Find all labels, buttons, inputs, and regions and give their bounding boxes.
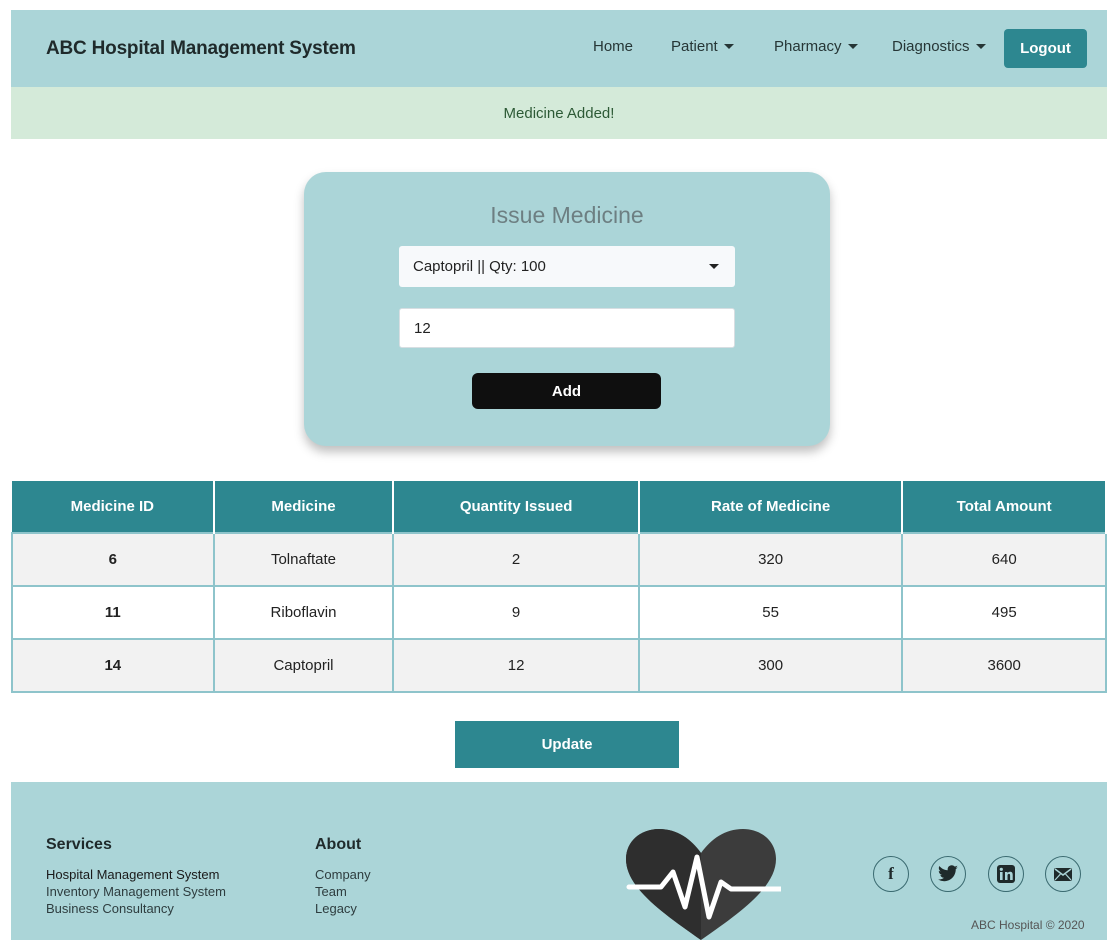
update-button[interactable]: Update: [455, 721, 679, 768]
footer: Services Hospital Management System Inve…: [11, 782, 1107, 940]
cell-medicine: Riboflavin: [213, 585, 395, 639]
facebook-icon[interactable]: f: [873, 856, 909, 892]
page-margin: [0, 0, 11, 940]
cell-rate: 55: [638, 585, 904, 639]
cell-medicine-id: 11: [11, 585, 215, 639]
cell-medicine-id: 6: [11, 532, 215, 586]
chevron-down-icon: [709, 264, 719, 269]
nav-home-label: Home: [593, 38, 634, 55]
footer-link[interactable]: Hospital Management System: [46, 866, 226, 883]
linkedin-icon[interactable]: [988, 856, 1024, 892]
success-alert: Medicine Added!: [11, 87, 1107, 139]
cell-medicine: Tolnaftate: [213, 532, 395, 586]
medicine-select[interactable]: Captopril || Qty: 100: [399, 246, 735, 287]
column-header: Total Amount: [902, 481, 1107, 533]
add-button[interactable]: Add: [472, 373, 661, 409]
chevron-down-icon: [723, 44, 734, 49]
cell-total: 3600: [902, 638, 1107, 693]
footer-about: About Company Team Legacy: [315, 836, 371, 917]
cell-quantity: 12: [393, 638, 640, 693]
brand-title[interactable]: ABC Hospital Management System: [46, 38, 356, 60]
column-header: Medicine ID: [12, 481, 215, 533]
nav-diagnostics-label: Diagnostics: [892, 38, 970, 55]
cell-total: 495: [902, 585, 1107, 639]
nav-patient-dropdown[interactable]: Patient: [671, 38, 734, 55]
cell-rate: 300: [638, 638, 904, 693]
nav-pharmacy-dropdown[interactable]: Pharmacy: [774, 38, 858, 55]
table-row: 6 Tolnaftate 2 320 640: [11, 532, 1107, 586]
footer-link[interactable]: Business Consultancy: [46, 900, 226, 917]
nav-diagnostics-dropdown[interactable]: Diagnostics: [892, 38, 986, 55]
column-header: Medicine: [213, 481, 395, 533]
quantity-input-value: 12: [414, 319, 431, 337]
table-header-row: Medicine ID Medicine Quantity Issued Rat…: [12, 481, 1107, 533]
nav-pharmacy-label: Pharmacy: [774, 38, 842, 55]
logout-button[interactable]: Logout: [1004, 29, 1087, 68]
issued-medicines-table: Medicine ID Medicine Quantity Issued Rat…: [11, 481, 1107, 693]
chevron-down-icon: [847, 44, 858, 49]
table-row: 11 Riboflavin 9 55 495: [11, 585, 1107, 639]
footer-services-title: Services: [46, 836, 112, 853]
cell-quantity: 2: [393, 532, 640, 586]
issue-medicine-form: Issue Medicine Captopril || Qty: 100 12 …: [304, 172, 830, 446]
nav-patient-label: Patient: [671, 38, 718, 55]
heartbeat-logo: [626, 829, 781, 940]
footer-link[interactable]: Company: [315, 866, 371, 883]
chevron-down-icon: [975, 44, 986, 49]
cell-rate: 320: [638, 532, 904, 586]
table-row: 14 Captopril 12 300 3600: [11, 638, 1107, 693]
cell-quantity: 9: [393, 585, 640, 639]
footer-link[interactable]: Legacy: [315, 900, 371, 917]
footer-link[interactable]: Inventory Management System: [46, 883, 226, 900]
cell-medicine: Captopril: [213, 638, 395, 693]
medicine-select-value: Captopril || Qty: 100: [413, 258, 546, 275]
copyright-text: ABC Hospital © 2020: [971, 918, 1085, 932]
footer-link[interactable]: Team: [315, 883, 371, 900]
footer-about-title: About: [315, 836, 362, 853]
form-title: Issue Medicine: [490, 202, 644, 228]
nav-home[interactable]: Home: [593, 38, 633, 55]
twitter-icon[interactable]: [930, 856, 966, 892]
alert-message: Medicine Added!: [503, 104, 615, 122]
footer-services: Services Hospital Management System Inve…: [46, 836, 226, 917]
quantity-input[interactable]: 12: [399, 308, 735, 348]
navbar: ABC Hospital Management System Home Pati…: [11, 10, 1107, 87]
cell-medicine-id: 14: [11, 638, 215, 693]
column-header: Rate of Medicine: [638, 481, 904, 533]
mail-icon[interactable]: [1045, 856, 1081, 892]
column-header: Quantity Issued: [393, 481, 640, 533]
cell-total: 640: [902, 532, 1107, 586]
